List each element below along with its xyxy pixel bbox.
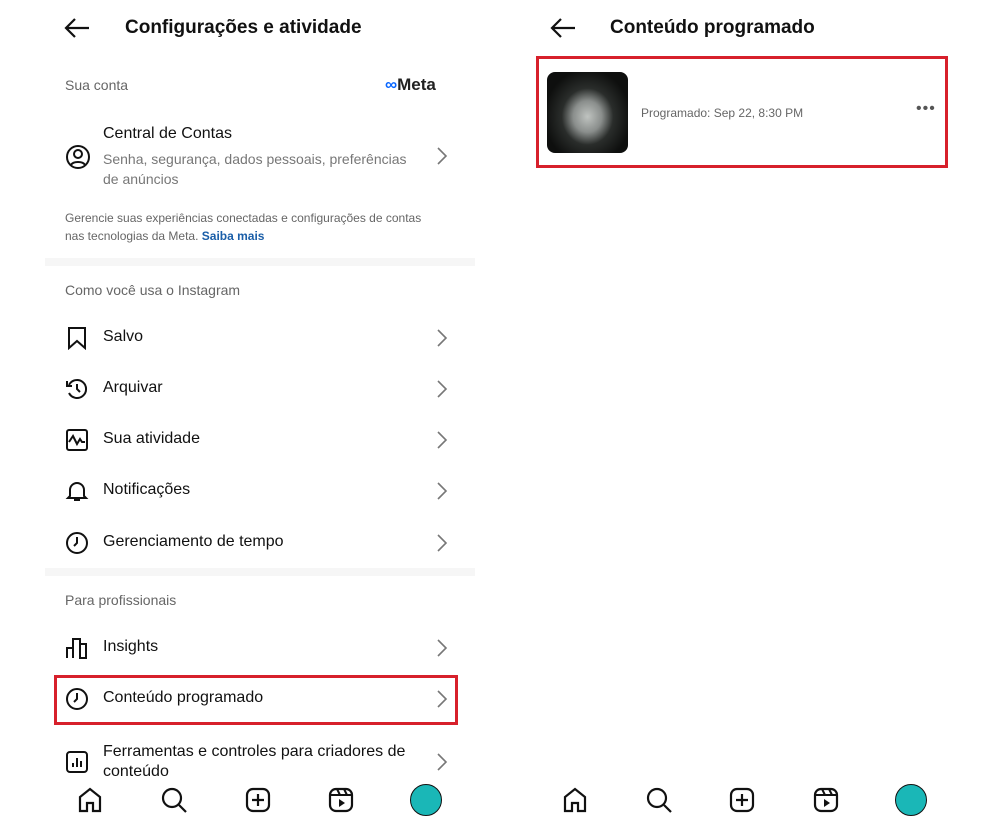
back-arrow-icon[interactable] (64, 17, 90, 39)
menu-item-notificacoes[interactable]: Notificações (55, 471, 455, 511)
back-arrow-icon[interactable] (550, 17, 576, 39)
chevron-right-icon (437, 482, 448, 500)
menu-item-ferramentas-criadores[interactable]: Ferramentas e controles para criadores d… (55, 740, 455, 778)
home-icon[interactable] (76, 786, 104, 814)
chevron-right-icon (437, 534, 448, 552)
profile-avatar[interactable] (410, 784, 442, 816)
bookmark-icon (68, 327, 86, 350)
profile-avatar[interactable] (895, 784, 927, 816)
chevron-right-icon (437, 753, 448, 771)
menu-item-gerenciamento-de-tempo[interactable]: Gerenciamento de tempo (55, 523, 455, 563)
menu-item-insights[interactable]: Insights (55, 628, 455, 668)
divider (45, 568, 475, 576)
section-header: Como você usa o Instagram (65, 282, 241, 298)
create-icon[interactable] (728, 786, 756, 814)
creator-tools-icon (66, 751, 88, 773)
user-circle-icon (66, 145, 90, 169)
chevron-right-icon (437, 431, 448, 449)
chevron-right-icon (437, 147, 448, 165)
meta-logo: ∞Meta (385, 75, 436, 94)
highlight-box (54, 675, 458, 725)
menu-item-sua-atividade[interactable]: Sua atividade (55, 420, 455, 460)
activity-icon (66, 429, 88, 451)
reels-icon[interactable] (812, 786, 840, 814)
bell-icon (65, 482, 89, 501)
home-icon[interactable] (561, 786, 589, 814)
highlight-box (536, 56, 948, 168)
learn-more-link[interactable]: Saiba mais (202, 229, 265, 243)
chevron-right-icon (437, 639, 448, 657)
meta-info-text: Gerencie suas experiências conectadas e … (65, 211, 422, 243)
accounts-center-title: Central de Contas (103, 125, 232, 142)
section-header: Para profissionais (65, 592, 177, 608)
search-icon[interactable] (160, 786, 188, 814)
menu-item-salvo[interactable]: Salvo (55, 318, 455, 358)
search-icon[interactable] (645, 786, 673, 814)
accounts-center-subtitle: Senha, segurança, dados pessoais, prefer… (103, 151, 407, 187)
bar-chart-icon (66, 638, 87, 659)
divider (45, 258, 475, 266)
clock-icon (66, 532, 88, 554)
page-title: Configurações e atividade (125, 17, 362, 38)
section-header: Sua conta (65, 77, 129, 93)
chevron-right-icon (437, 329, 448, 347)
archive-icon (66, 379, 88, 399)
reels-icon[interactable] (327, 786, 355, 814)
chevron-right-icon (437, 380, 448, 398)
create-icon[interactable] (244, 786, 272, 814)
menu-item-arquivar[interactable]: Arquivar (55, 369, 455, 409)
accounts-center-item[interactable]: Central de Contas Senha, segurança, dado… (55, 120, 455, 190)
page-title: Conteúdo programado (610, 17, 815, 38)
